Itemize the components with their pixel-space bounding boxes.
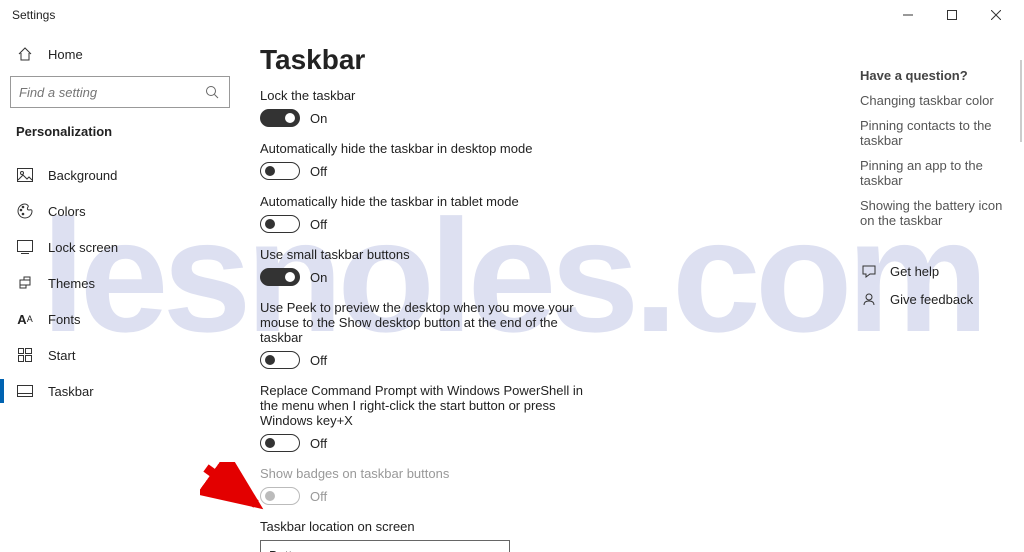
search-input[interactable] [19, 85, 203, 100]
select-value: Bottom [269, 548, 310, 552]
help-link[interactable]: Pinning contacts to the taskbar [860, 118, 1004, 148]
page-title: Taskbar [260, 44, 820, 76]
sidebar-item-start[interactable]: Start [10, 337, 230, 373]
section-heading: Personalization [10, 120, 230, 157]
setting-autohide-desktop: Automatically hide the taskbar in deskto… [260, 141, 820, 180]
minimize-button[interactable] [886, 0, 930, 30]
window-title: Settings [12, 8, 55, 22]
palette-icon [16, 202, 34, 220]
setting-location: Taskbar location on screen Bottom [260, 519, 820, 552]
home-label: Home [48, 47, 83, 62]
titlebar: Settings [0, 0, 1024, 30]
sidebar-item-label: Taskbar [48, 384, 94, 399]
setting-badges: Show badges on taskbar buttons Off [260, 466, 820, 505]
setting-label: Use Peek to preview the desktop when you… [260, 300, 600, 345]
setting-lock-taskbar: Lock the taskbar On [260, 88, 820, 127]
lockscreen-icon [16, 238, 34, 256]
toggle-state: Off [310, 217, 327, 232]
help-link[interactable]: Showing the battery icon on the taskbar [860, 198, 1004, 228]
get-help-label: Get help [890, 264, 939, 279]
themes-icon [16, 274, 34, 292]
give-feedback-label: Give feedback [890, 292, 973, 307]
sidebar-item-fonts[interactable]: AA Fonts [10, 301, 230, 337]
toggle-badges [260, 487, 300, 505]
sidebar-item-label: Background [48, 168, 117, 183]
setting-label: Use small taskbar buttons [260, 247, 600, 262]
sidebar-item-label: Colors [48, 204, 86, 219]
maximize-button[interactable] [930, 0, 974, 30]
search-box[interactable] [10, 76, 230, 108]
toggle-peek[interactable] [260, 351, 300, 369]
sidebar-item-background[interactable]: Background [10, 157, 230, 193]
setting-peek: Use Peek to preview the desktop when you… [260, 300, 820, 369]
close-button[interactable] [974, 0, 1018, 30]
home-icon [16, 45, 34, 63]
setting-label: Taskbar location on screen [260, 519, 600, 534]
chevron-down-icon [483, 546, 501, 552]
setting-label: Lock the taskbar [260, 88, 600, 103]
info-column: Have a question? Changing taskbar color … [860, 44, 1004, 552]
home-nav[interactable]: Home [10, 36, 230, 72]
toggle-lock-taskbar[interactable] [260, 109, 300, 127]
taskbar-icon [16, 382, 34, 400]
toggle-state: On [310, 270, 327, 285]
sidebar-item-label: Start [48, 348, 75, 363]
toggle-autohide-desktop[interactable] [260, 162, 300, 180]
toggle-powershell[interactable] [260, 434, 300, 452]
sidebar-item-label: Fonts [48, 312, 81, 327]
toggle-state: On [310, 111, 327, 126]
settings-column: Taskbar Lock the taskbar On Automaticall… [260, 44, 820, 552]
toggle-state: Off [310, 489, 327, 504]
setting-small-buttons: Use small taskbar buttons On [260, 247, 820, 286]
setting-label: Show badges on taskbar buttons [260, 466, 600, 481]
setting-powershell: Replace Command Prompt with Windows Powe… [260, 383, 820, 452]
sidebar-item-themes[interactable]: Themes [10, 265, 230, 301]
toggle-autohide-tablet[interactable] [260, 215, 300, 233]
fonts-icon: AA [16, 310, 34, 328]
chat-icon [860, 262, 878, 280]
sidebar: Home Personalization Background Colors L… [0, 30, 240, 552]
help-link[interactable]: Changing taskbar color [860, 93, 1004, 108]
toggle-state: Off [310, 353, 327, 368]
toggle-small-buttons[interactable] [260, 268, 300, 286]
setting-label: Automatically hide the taskbar in deskto… [260, 141, 600, 156]
picture-icon [16, 166, 34, 184]
question-heading: Have a question? [860, 68, 1004, 83]
get-help-link[interactable]: Get help [860, 262, 1004, 280]
setting-autohide-tablet: Automatically hide the taskbar in tablet… [260, 194, 820, 233]
sidebar-item-taskbar[interactable]: Taskbar [10, 373, 230, 409]
toggle-state: Off [310, 436, 327, 451]
sidebar-item-colors[interactable]: Colors [10, 193, 230, 229]
start-icon [16, 346, 34, 364]
taskbar-location-select[interactable]: Bottom [260, 540, 510, 552]
setting-label: Automatically hide the taskbar in tablet… [260, 194, 600, 209]
search-icon [203, 83, 221, 101]
toggle-state: Off [310, 164, 327, 179]
setting-label: Replace Command Prompt with Windows Powe… [260, 383, 600, 428]
help-link[interactable]: Pinning an app to the taskbar [860, 158, 1004, 188]
sidebar-item-label: Themes [48, 276, 95, 291]
feedback-icon [860, 290, 878, 308]
sidebar-item-lockscreen[interactable]: Lock screen [10, 229, 230, 265]
sidebar-item-label: Lock screen [48, 240, 118, 255]
give-feedback-link[interactable]: Give feedback [860, 290, 1004, 308]
